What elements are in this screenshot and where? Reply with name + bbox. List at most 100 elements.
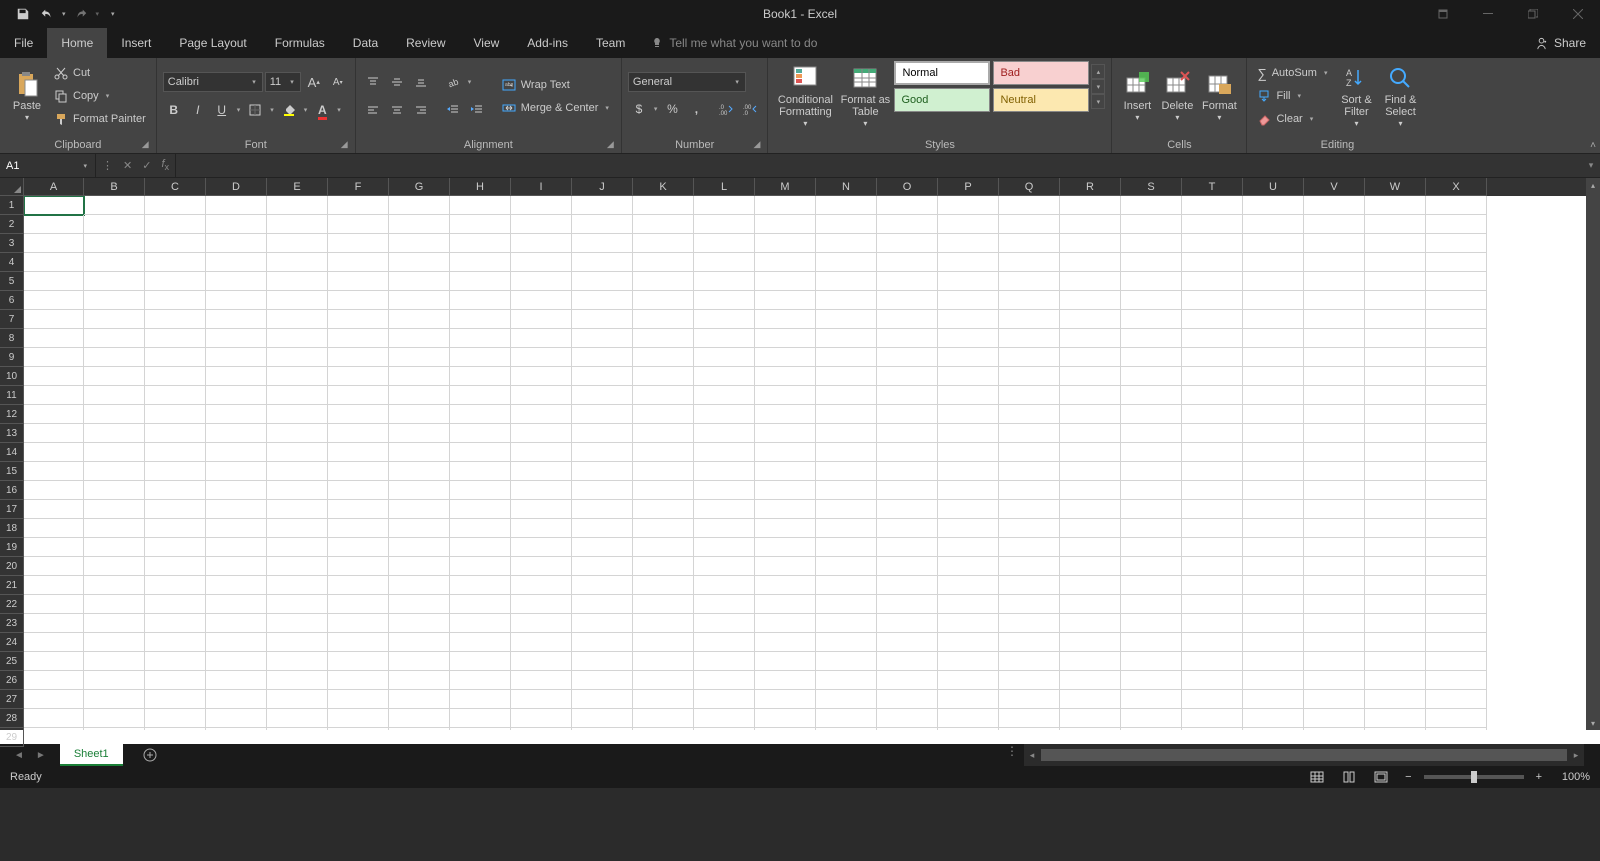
cell[interactable] — [1243, 272, 1304, 291]
cell[interactable] — [1304, 196, 1365, 215]
zoom-slider[interactable] — [1424, 775, 1524, 779]
tab-home[interactable]: Home — [47, 28, 107, 58]
cell[interactable] — [267, 386, 328, 405]
cell[interactable] — [328, 348, 389, 367]
cell[interactable] — [1060, 614, 1121, 633]
cell[interactable] — [1304, 481, 1365, 500]
cell[interactable] — [24, 443, 84, 462]
cell[interactable] — [206, 728, 267, 730]
column-header[interactable]: S — [1121, 178, 1182, 196]
cell[interactable] — [389, 595, 450, 614]
cell[interactable] — [328, 462, 389, 481]
cells-area[interactable] — [24, 196, 1586, 730]
cell[interactable] — [999, 709, 1060, 728]
cell[interactable] — [877, 576, 938, 595]
accounting-dropdown[interactable]: ▾ — [652, 105, 660, 113]
row-header[interactable]: 4 — [0, 253, 24, 272]
fill-color-dropdown[interactable]: ▾ — [302, 106, 310, 114]
cell[interactable] — [389, 405, 450, 424]
cell[interactable] — [755, 196, 816, 215]
cell[interactable] — [84, 576, 145, 595]
cell[interactable] — [145, 728, 206, 730]
cell[interactable] — [1365, 386, 1426, 405]
cell[interactable] — [1182, 595, 1243, 614]
cell[interactable] — [877, 405, 938, 424]
cell[interactable] — [84, 614, 145, 633]
cell[interactable] — [1243, 614, 1304, 633]
cell[interactable] — [816, 519, 877, 538]
cell[interactable] — [877, 348, 938, 367]
cell[interactable] — [145, 519, 206, 538]
cell[interactable] — [816, 443, 877, 462]
cell[interactable] — [1243, 652, 1304, 671]
cell[interactable] — [389, 709, 450, 728]
cell[interactable] — [24, 462, 84, 481]
cell[interactable] — [755, 519, 816, 538]
row-header[interactable]: 1 — [0, 196, 24, 215]
cell[interactable] — [999, 348, 1060, 367]
cell[interactable] — [572, 386, 633, 405]
cell[interactable] — [755, 405, 816, 424]
cell-style-normal[interactable]: Normal — [894, 61, 990, 85]
cell[interactable] — [1121, 500, 1182, 519]
cell[interactable] — [1304, 215, 1365, 234]
cell[interactable] — [1304, 690, 1365, 709]
cell[interactable] — [511, 652, 572, 671]
cell[interactable] — [999, 329, 1060, 348]
cell[interactable] — [633, 462, 694, 481]
cell[interactable] — [24, 348, 84, 367]
cell[interactable] — [816, 405, 877, 424]
cell[interactable] — [999, 386, 1060, 405]
cell[interactable] — [389, 272, 450, 291]
conditional-formatting-button[interactable]: Conditional Formatting▾ — [774, 61, 836, 131]
cell[interactable] — [1304, 291, 1365, 310]
cell[interactable] — [450, 443, 511, 462]
cell[interactable] — [999, 253, 1060, 272]
cell[interactable] — [999, 272, 1060, 291]
cell[interactable] — [694, 215, 755, 234]
cell[interactable] — [877, 367, 938, 386]
zoom-in-button[interactable]: + — [1532, 771, 1546, 783]
cell[interactable] — [877, 652, 938, 671]
cell[interactable] — [1121, 614, 1182, 633]
row-header[interactable]: 26 — [0, 671, 24, 690]
row-header[interactable]: 20 — [0, 557, 24, 576]
zoom-out-button[interactable]: − — [1401, 771, 1415, 783]
cell[interactable] — [877, 272, 938, 291]
cell[interactable] — [938, 709, 999, 728]
cell[interactable] — [1426, 386, 1487, 405]
tab-team[interactable]: Team — [582, 28, 639, 58]
cell[interactable] — [84, 272, 145, 291]
row-header[interactable]: 18 — [0, 519, 24, 538]
cell[interactable] — [1121, 329, 1182, 348]
cell[interactable] — [877, 196, 938, 215]
cell[interactable] — [450, 291, 511, 310]
cell[interactable] — [1060, 196, 1121, 215]
cell[interactable] — [206, 671, 267, 690]
cell[interactable] — [267, 690, 328, 709]
cell[interactable] — [694, 690, 755, 709]
cell[interactable] — [145, 576, 206, 595]
row-header[interactable]: 5 — [0, 272, 24, 291]
cell[interactable] — [1243, 481, 1304, 500]
cell[interactable] — [450, 234, 511, 253]
cell[interactable] — [1182, 310, 1243, 329]
cell[interactable] — [816, 709, 877, 728]
cell[interactable] — [267, 310, 328, 329]
cell[interactable] — [511, 462, 572, 481]
cell[interactable] — [511, 348, 572, 367]
restore-button[interactable] — [1510, 0, 1555, 28]
cell[interactable] — [694, 709, 755, 728]
cell[interactable] — [938, 481, 999, 500]
row-header[interactable]: 7 — [0, 310, 24, 329]
cell[interactable] — [755, 614, 816, 633]
cell[interactable] — [389, 500, 450, 519]
cell[interactable] — [1243, 519, 1304, 538]
cell[interactable] — [1365, 652, 1426, 671]
cell[interactable] — [572, 405, 633, 424]
cell[interactable] — [328, 671, 389, 690]
cell[interactable] — [511, 234, 572, 253]
cell[interactable] — [511, 291, 572, 310]
cell[interactable] — [145, 196, 206, 215]
cell[interactable] — [999, 405, 1060, 424]
